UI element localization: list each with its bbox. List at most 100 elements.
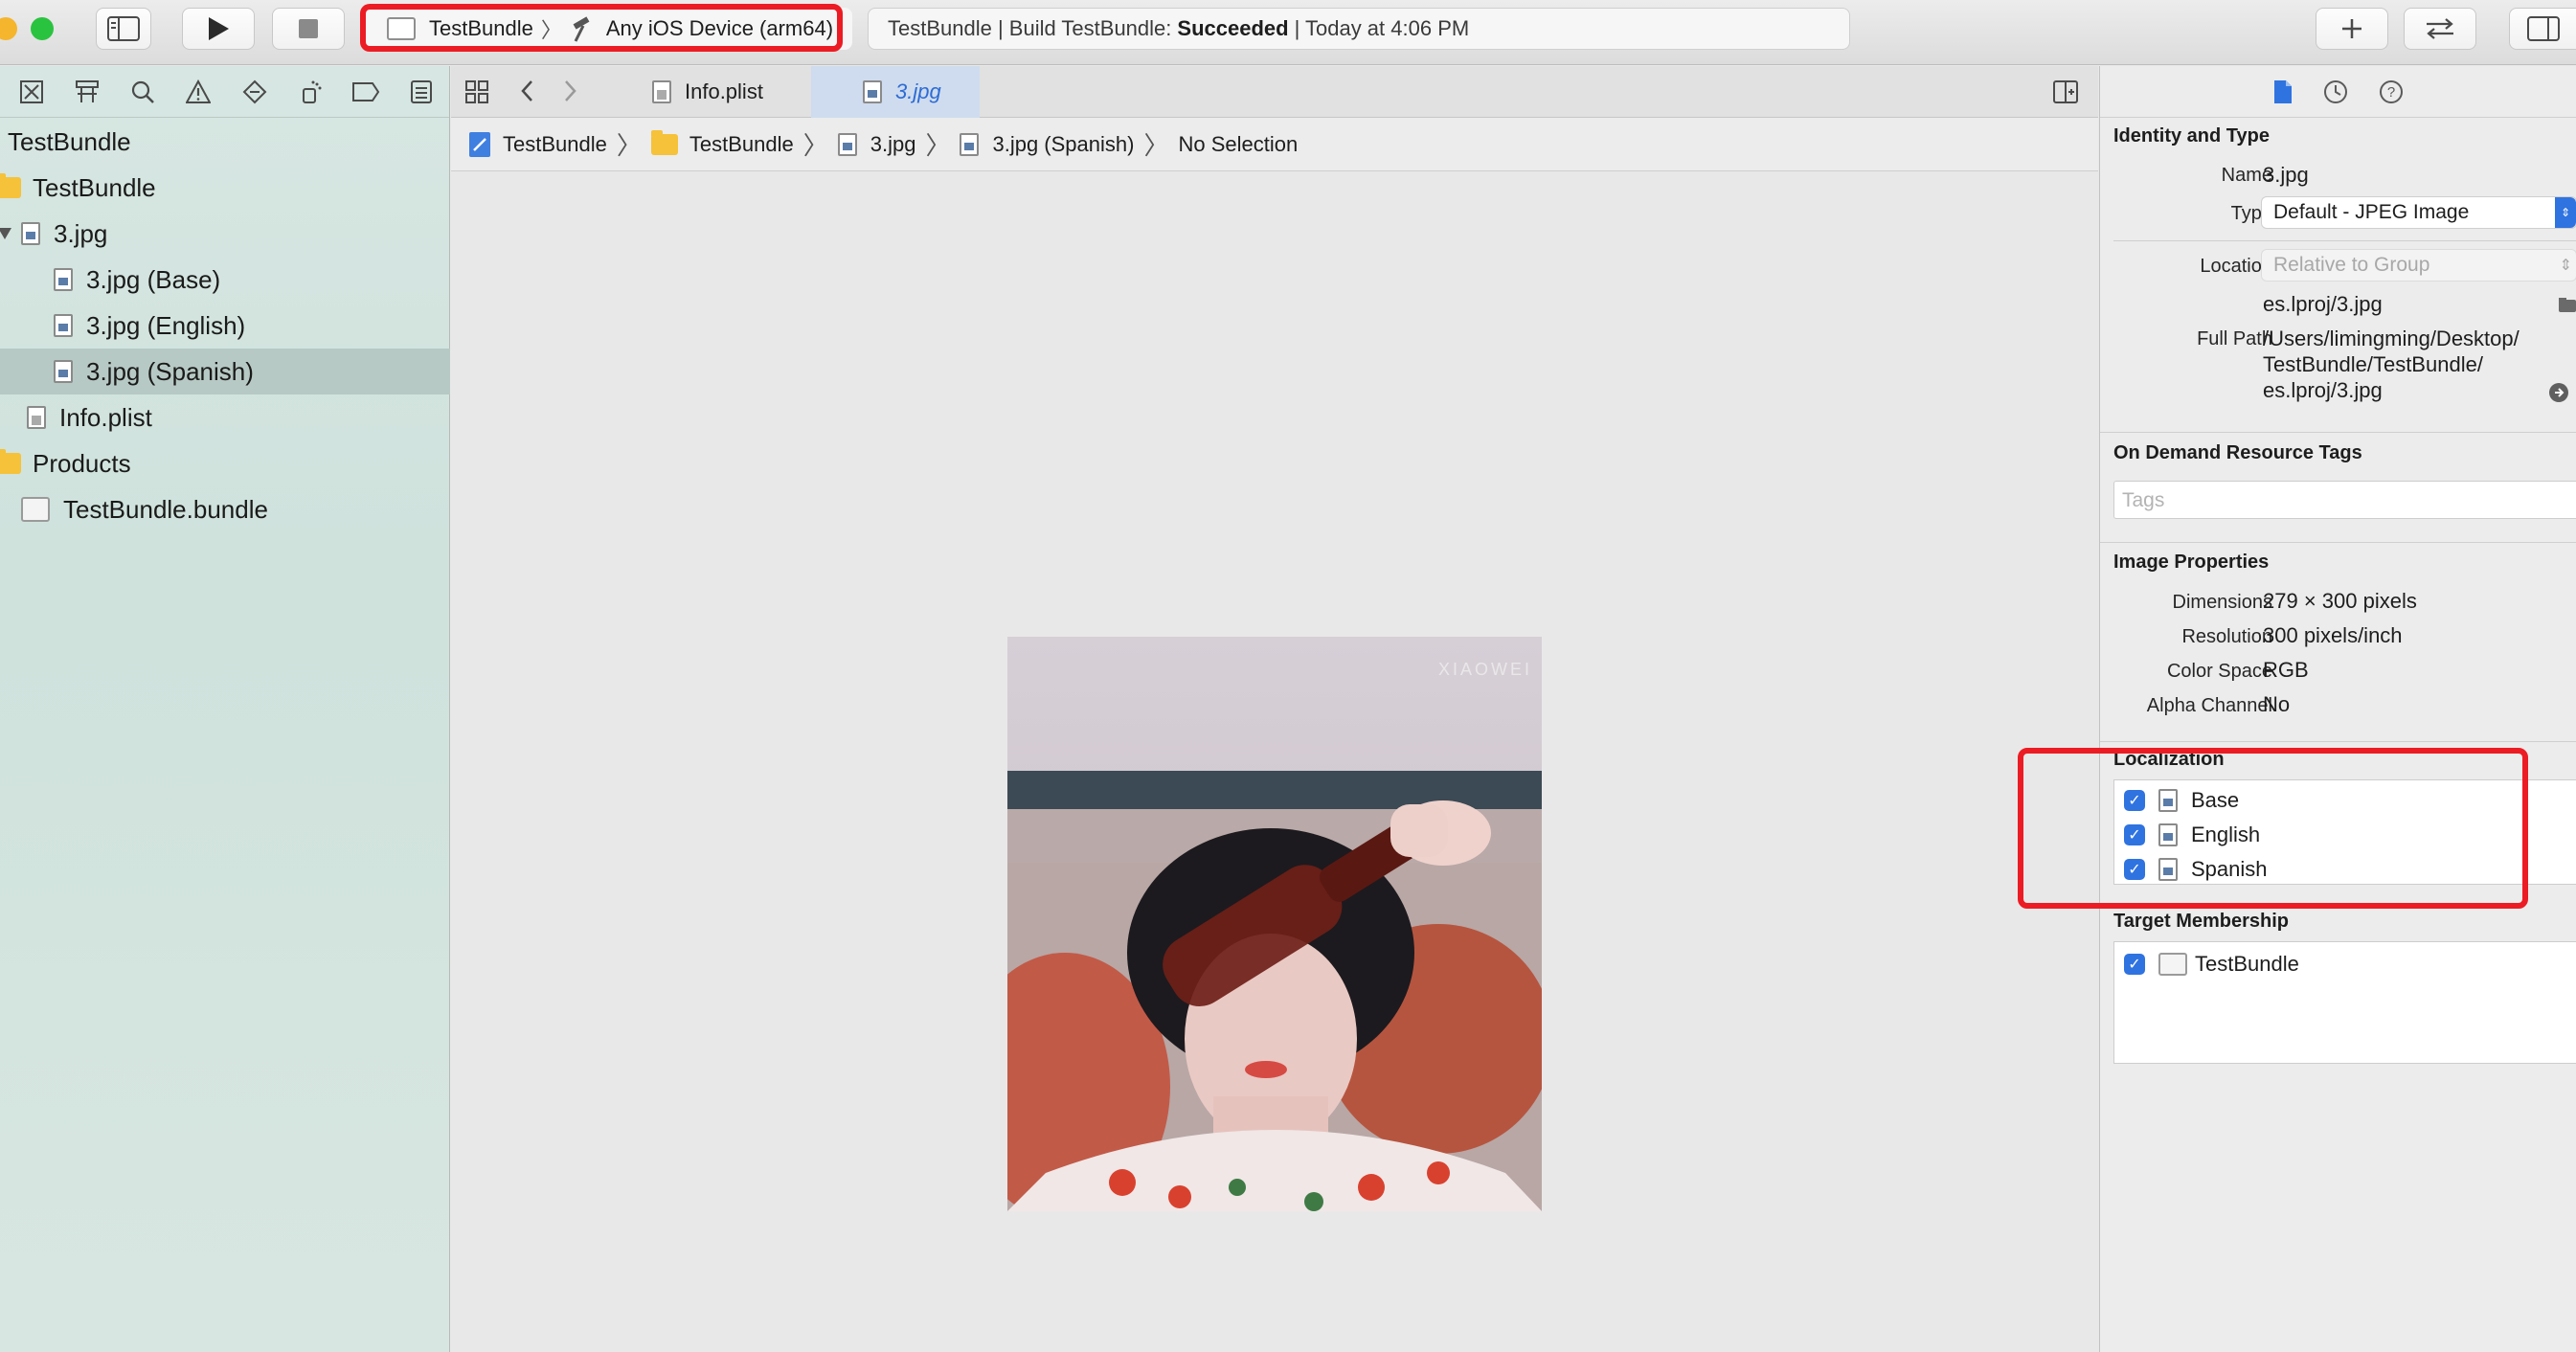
tree-item-products[interactable]: Products (0, 440, 450, 486)
issue-navigator-tab[interactable] (170, 73, 226, 111)
chevron-right-icon: 〉 (1143, 131, 1169, 160)
type-popup[interactable]: Default - JPEG Image ⇕ (2261, 196, 2576, 229)
diamond-icon (242, 79, 266, 103)
folder-icon (650, 129, 678, 155)
project-navigator-tab[interactable] (4, 73, 59, 111)
zoom-window-button[interactable] (31, 17, 54, 40)
tags-input[interactable]: Tags (2113, 481, 2576, 519)
tree-item-variant-group[interactable]: 3.jpg (0, 211, 450, 257)
tree-item-label: TestBundle (8, 126, 131, 156)
forward-button[interactable] (560, 78, 579, 109)
localization-section-title: Localization (2113, 749, 2225, 770)
run-button[interactable] (182, 8, 255, 50)
checkbox-checked-icon[interactable]: ✓ (2124, 790, 2145, 811)
report-navigator-tab[interactable] (394, 73, 449, 111)
tree-item-project[interactable]: TestBundle (0, 119, 450, 165)
checkbox-checked-icon[interactable]: ✓ (2124, 859, 2145, 880)
history-inspector-tab[interactable] (2322, 79, 2349, 105)
colorspace-value: RGB (2263, 658, 2309, 682)
image-file-icon (54, 268, 73, 291)
localization-row-english[interactable]: ✓ English (2124, 821, 2260, 849)
tab-3-jpg[interactable]: 3.jpg (811, 66, 980, 118)
checkbox-checked-icon[interactable]: ✓ (2124, 954, 2145, 975)
folder-x-icon (20, 79, 44, 103)
breadcrumb-selection[interactable]: No Selection (1178, 132, 1298, 157)
minimize-window-button[interactable] (0, 17, 17, 40)
chevron-right-icon: 〉 (616, 131, 642, 160)
debug-navigator-tab[interactable] (282, 73, 338, 111)
tree-item-spanish[interactable]: 3.jpg (Spanish) (0, 349, 450, 394)
scheme-target-label: TestBundle (429, 16, 533, 40)
code-review-button[interactable] (2404, 8, 2476, 50)
checkbox-checked-icon[interactable]: ✓ (2124, 824, 2145, 845)
breadcrumb-label: 3.jpg (Spanish) (992, 131, 1135, 156)
scheme-selector[interactable]: TestBundle 〉 Any iOS Device (arm64) (366, 8, 852, 50)
popup-arrows-icon: ⇕ (2555, 197, 2576, 228)
tree-item-bundle[interactable]: TestBundle.bundle (0, 486, 450, 532)
related-items-button[interactable] (464, 79, 489, 109)
tree-item-info-plist[interactable]: Info.plist (0, 394, 450, 440)
breadcrumb-file[interactable]: 3.jpg (837, 132, 915, 157)
tab-label: Info.plist (685, 79, 763, 103)
tree-item-english[interactable]: 3.jpg (English) (0, 303, 450, 349)
dimensions-label: Dimensions (2172, 592, 2272, 613)
library-button[interactable] (2316, 8, 2388, 50)
portrait-photo: XIAOWEI (1007, 637, 1542, 1211)
folder-reveal-icon[interactable] (2558, 296, 2576, 313)
plist-file-icon (652, 80, 671, 103)
project-navigator: TestBundle TestBundle 3.jpg 3.jpg (Base)… (0, 66, 450, 1352)
source-control-tab[interactable] (59, 73, 115, 111)
activity-viewer: TestBundle | Build TestBundle: Succeeded… (868, 8, 1850, 50)
fullpath-line-1: /Users/limingming/Desktop/ (2263, 327, 2520, 350)
file-inspector-tab[interactable] (2272, 79, 2294, 105)
stop-icon (299, 19, 318, 38)
alpha-value: No (2263, 692, 2291, 716)
breadcrumb-project[interactable]: TestBundle (468, 131, 607, 158)
localization-row-base[interactable]: ✓ Base (2124, 786, 2239, 815)
breakpoint-navigator-tab[interactable] (338, 73, 394, 111)
toggle-navigator-button[interactable] (96, 8, 151, 50)
plist-file-icon (27, 406, 46, 429)
tags-section-title: On Demand Resource Tags (2113, 442, 2362, 463)
toggle-inspector-button[interactable] (2509, 8, 2576, 50)
breadcrumb-group[interactable]: TestBundle (650, 129, 794, 157)
disclosure-triangle-icon[interactable] (0, 228, 11, 239)
image-file-icon (863, 80, 882, 103)
tab-info-plist[interactable]: Info.plist (633, 66, 794, 118)
location-popup[interactable]: Relative to Group ⇕ (2261, 249, 2576, 282)
tree-item-base[interactable]: 3.jpg (Base) (0, 257, 450, 303)
activity-suffix: | Today at 4:06 PM (1294, 16, 1470, 40)
location-popup-value: Relative to Group (2273, 254, 2430, 276)
app-target-icon (387, 17, 416, 40)
stop-button[interactable] (272, 8, 345, 50)
breadcrumb-label: No Selection (1178, 131, 1299, 156)
help-inspector-tab[interactable]: ? (2378, 79, 2405, 105)
inspector-tabs: ? (2100, 66, 2576, 118)
tree-item-label: Products (33, 448, 131, 478)
membership-row-testbundle[interactable]: ✓ TestBundle (2124, 950, 2299, 979)
find-navigator-tab[interactable] (115, 73, 170, 111)
add-editor-button[interactable] (2052, 79, 2079, 109)
image-section-title: Image Properties (2113, 552, 2270, 573)
tab-label: 3.jpg (895, 79, 941, 103)
resolution-value: 300 pixels/inch (2263, 623, 2403, 647)
scheme-device-label: Any iOS Device (arm64) (605, 16, 834, 40)
hammer-icon (573, 16, 590, 42)
folder-icon (0, 173, 21, 198)
fullpath-line-3: es.lproj/3.jpg (2263, 378, 2383, 402)
grid-icon (465, 80, 488, 103)
tree-item-group[interactable]: TestBundle (0, 165, 450, 211)
localization-row-spanish[interactable]: ✓ Spanish (2124, 855, 2268, 884)
colorspace-label: Color Space (2166, 661, 2272, 682)
back-button[interactable] (518, 78, 537, 109)
name-value[interactable]: 3.jpg (2263, 163, 2309, 188)
test-navigator-tab[interactable] (227, 73, 282, 111)
breadcrumb-variant[interactable]: 3.jpg (Spanish) (960, 132, 1134, 157)
resolution-label: Resolution (2181, 626, 2272, 647)
name-label: Name (2221, 165, 2272, 186)
membership-list: ✓ TestBundle (2113, 941, 2576, 1064)
folder-icon (0, 449, 21, 474)
localization-label: English (2191, 822, 2261, 846)
inspector-panel: ? Identity and Type Name 3.jpg Type Defa… (2099, 66, 2576, 1352)
reveal-in-finder-icon[interactable] (2548, 382, 2569, 403)
